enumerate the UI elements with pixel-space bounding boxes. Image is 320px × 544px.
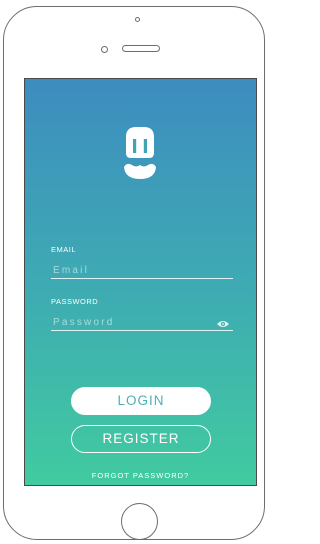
login-screen: EMAIL PASSWORD LOGIN REGISTER FORGOT PAS… [24,78,257,486]
email-input[interactable] [51,263,233,279]
eye-icon[interactable] [216,319,230,329]
front-camera [135,17,140,22]
forgot-password-link[interactable]: FORGOT PASSWORD? [25,471,256,480]
register-button[interactable]: REGISTER [71,425,211,453]
email-label: EMAIL [51,245,77,254]
plug-mustache-icon [124,127,156,179]
password-label: PASSWORD [51,297,99,306]
login-button[interactable]: LOGIN [71,387,211,415]
password-input[interactable] [51,315,233,331]
home-button[interactable] [121,503,158,540]
phone-frame: EMAIL PASSWORD LOGIN REGISTER FORGOT PAS… [3,6,265,540]
earpiece-speaker [122,45,160,52]
proximity-sensor [101,46,108,53]
